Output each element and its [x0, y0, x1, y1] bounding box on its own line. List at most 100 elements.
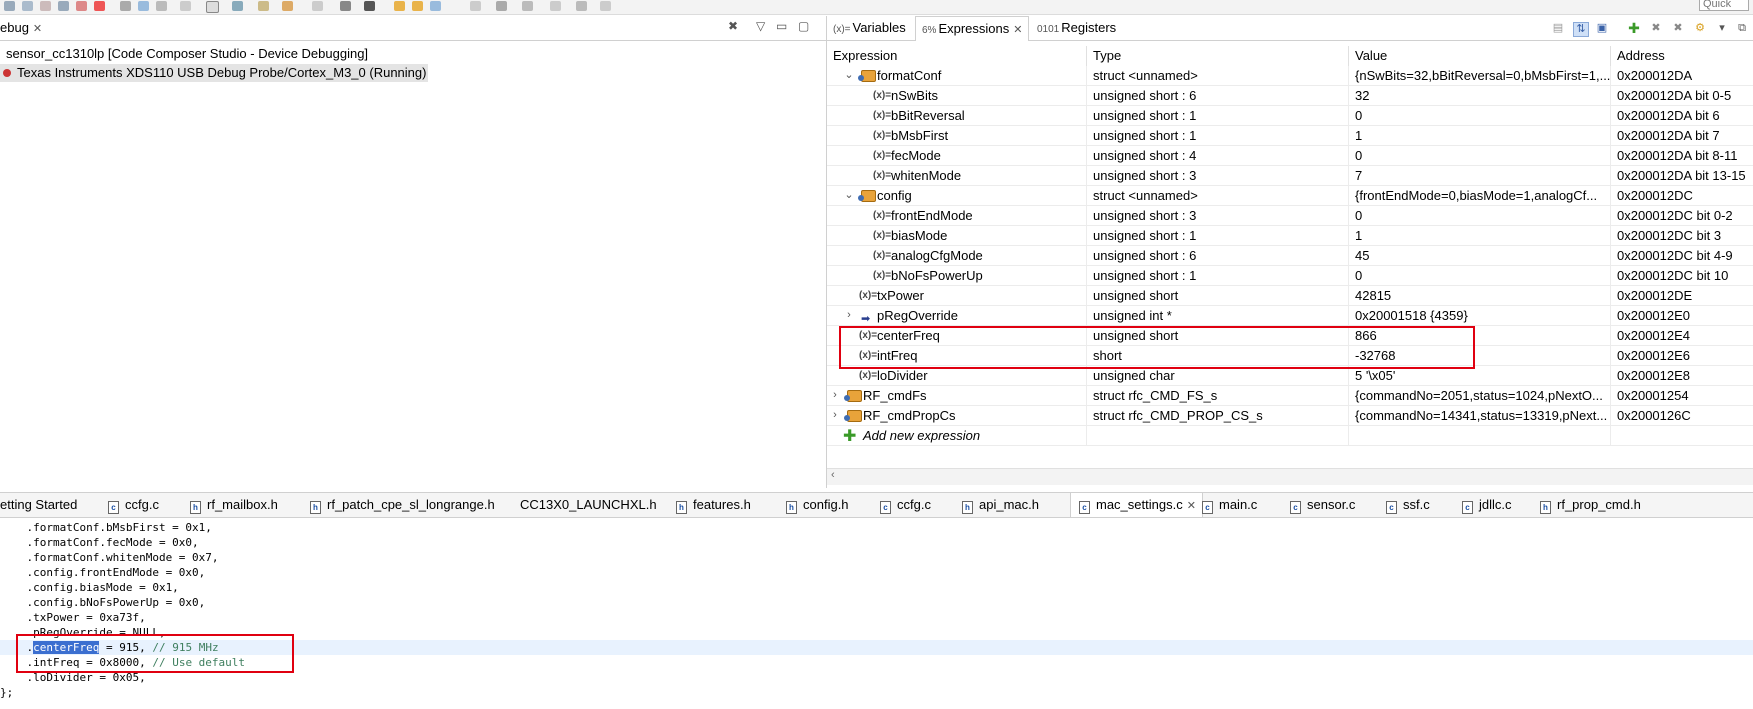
expand-icon[interactable]: ›	[829, 406, 841, 425]
expression-type-cell[interactable]: unsigned short : 4	[1087, 146, 1349, 165]
code-line[interactable]: .config.frontEndMode = 0x0,	[0, 565, 1753, 580]
editor-tab[interactable]: h rf_prop_cmd.h	[1540, 493, 1641, 517]
expression-type-cell[interactable]: unsigned int *	[1087, 306, 1349, 325]
remove-all-icon[interactable]: ✖	[1671, 22, 1685, 35]
expression-row[interactable]: (x)= biasMode unsigned short : 1 1 0x200012D…	[827, 226, 1753, 246]
stop-icon[interactable]	[94, 1, 105, 11]
expression-value-cell[interactable]: 45	[1349, 246, 1611, 265]
editor-tab[interactable]: c main.c	[1202, 493, 1257, 517]
open-new-view-icon[interactable]: ⧉	[1735, 22, 1749, 35]
expression-address-cell[interactable]: 0x200012DC bit 10	[1611, 266, 1753, 285]
toolbar-icon[interactable]	[576, 1, 587, 11]
refresh-icon[interactable]: ⚙	[1693, 22, 1707, 35]
expression-row[interactable]: (x)= nSwBits unsigned short : 6 32 0x200012D…	[827, 86, 1753, 106]
editor-tab[interactable]: c ssf.c	[1386, 493, 1430, 517]
debug-target-item[interactable]: Texas Instruments XDS110 USB Debug Probe…	[0, 64, 429, 82]
column-expression[interactable]: Expression	[827, 46, 1087, 66]
expression-cell[interactable]: › ➡ pRegOverride	[827, 306, 1087, 325]
expression-address-cell[interactable]: 0x200012DA bit 13-15	[1611, 166, 1753, 185]
expression-value-cell[interactable]: 1	[1349, 126, 1611, 145]
expression-row[interactable]: ⌄ formatConf struct <unnamed> {nSwBits=32,b…	[827, 66, 1753, 86]
editor-tab[interactable]: c mac_settings.c ✕	[1070, 493, 1203, 517]
editor-tab[interactable]: h features.h	[676, 493, 751, 517]
collapse-icon[interactable]: ⌄	[843, 186, 855, 205]
view-menu-icon[interactable]: ▽	[756, 19, 765, 33]
show-type-names-icon[interactable]: ⇅	[1573, 22, 1589, 37]
toolbar-icon[interactable]	[4, 1, 15, 11]
expression-type-cell[interactable]: struct rfc_CMD_FS_s	[1087, 386, 1349, 405]
expression-type-cell[interactable]: unsigned short	[1087, 286, 1349, 305]
toolbar-icon[interactable]	[550, 1, 561, 11]
expression-address-cell[interactable]: 0x200012DC bit 0-2	[1611, 206, 1753, 225]
toolbar-icon[interactable]	[412, 1, 423, 11]
toolbar-icon[interactable]	[258, 1, 269, 11]
toolbar-icon[interactable]	[206, 1, 219, 13]
expression-cell[interactable]: ⌄ config	[827, 186, 1087, 205]
toolbar-icon[interactable]	[40, 1, 51, 11]
expression-cell[interactable]: (x)= bNoFsPowerUp	[827, 266, 1087, 285]
expression-address-cell[interactable]: 0x200012DA	[1611, 66, 1753, 85]
editor-tab[interactable]: etting Started	[0, 493, 77, 517]
code-line[interactable]: .config.biasMode = 0x1,	[0, 580, 1753, 595]
expression-type-cell[interactable]: unsigned short : 6	[1087, 246, 1349, 265]
toolbar-icon[interactable]	[180, 1, 191, 11]
minimize-icon[interactable]: ▭	[776, 19, 787, 33]
layout-icon[interactable]: ▣	[1595, 22, 1609, 35]
toolbar-icon[interactable]	[470, 1, 481, 11]
expression-address-cell[interactable]: 0x200012DC bit 3	[1611, 226, 1753, 245]
code-line[interactable]: .formatConf.fecMode = 0x0,	[0, 535, 1753, 550]
expression-row[interactable]: (x)= loDivider unsigned char 5 '\x05' 0x2000…	[827, 366, 1753, 386]
expression-row[interactable]: (x)= bNoFsPowerUp unsigned short : 1 0 0x200…	[827, 266, 1753, 286]
expression-address-cell[interactable]: 0x200012DC	[1611, 186, 1753, 205]
expression-cell[interactable]: (x)= frontEndMode	[827, 206, 1087, 225]
expression-type-cell[interactable]: unsigned short : 1	[1087, 226, 1349, 245]
toolbar-icon[interactable]	[364, 1, 375, 11]
expression-value-cell[interactable]: 32	[1349, 86, 1611, 105]
toolbar-icon[interactable]	[312, 1, 323, 11]
expression-value-cell[interactable]: 1	[1349, 226, 1611, 245]
toolbar-icon[interactable]	[138, 1, 149, 11]
column-value[interactable]: Value	[1349, 46, 1611, 66]
expression-cell[interactable]: › RF_cmdFs	[827, 386, 1087, 405]
editor-tab[interactable]: h api_mac.h	[962, 493, 1039, 517]
expression-type-cell[interactable]: unsigned short : 6	[1087, 86, 1349, 105]
expression-type-cell[interactable]: unsigned short : 3	[1087, 206, 1349, 225]
expression-type-cell[interactable]: unsigned short : 1	[1087, 106, 1349, 125]
add-expression-icon[interactable]: ✚	[1627, 21, 1641, 35]
editor-tab[interactable]: CC13X0_LAUNCHXL.h	[520, 493, 657, 517]
expression-type-cell[interactable]: struct <unnamed>	[1087, 66, 1349, 85]
collapse-all-icon[interactable]: ▤	[1551, 22, 1565, 35]
collapse-icon[interactable]: ⌄	[843, 66, 855, 85]
expression-value-cell[interactable]: {nSwBits=32,bBitReversal=0,bMsbFirst=1,.…	[1349, 66, 1611, 85]
add-expression-row[interactable]: ✚ Add new expression	[827, 426, 1753, 446]
expression-address-cell[interactable]: 0x200012DA bit 8-11	[1611, 146, 1753, 165]
expression-cell[interactable]: (x)= fecMode	[827, 146, 1087, 165]
toolbar-icon[interactable]	[430, 1, 441, 11]
expression-row[interactable]: (x)= txPower unsigned short 42815 0x200012DE	[827, 286, 1753, 306]
toolbar-icon[interactable]	[282, 1, 293, 11]
expression-row[interactable]: › RF_cmdFs struct rfc_CMD_FS_s {commandNo=2…	[827, 386, 1753, 406]
expression-address-cell[interactable]: 0x200012DC bit 4-9	[1611, 246, 1753, 265]
add-expression-cell[interactable]: ✚ Add new expression	[827, 426, 1087, 445]
maximize-icon[interactable]: ▢	[798, 19, 809, 33]
expression-address-cell[interactable]: 0x20001254	[1611, 386, 1753, 405]
expression-cell[interactable]: › RF_cmdPropCs	[827, 406, 1087, 425]
toolbar-icon[interactable]	[58, 1, 69, 11]
expression-address-cell[interactable]: 0x200012E8	[1611, 366, 1753, 385]
toolbar-icon[interactable]	[496, 1, 507, 11]
expression-row[interactable]: ⌄ config struct <unnamed> {frontEndMode=0,b…	[827, 186, 1753, 206]
expression-row[interactable]: (x)= frontEndMode unsigned short : 3 0 0x200…	[827, 206, 1753, 226]
toolbar-icon[interactable]	[394, 1, 405, 11]
expand-icon[interactable]: ›	[829, 386, 841, 405]
expression-row[interactable]: › RF_cmdPropCs struct rfc_CMD_PROP_CS_s {co…	[827, 406, 1753, 426]
quick-access-input[interactable]: Quick Access	[1699, 0, 1749, 11]
expression-cell[interactable]: (x)= txPower	[827, 286, 1087, 305]
debug-session-item[interactable]: sensor_cc1310lp [Code Composer Studio - …	[6, 45, 368, 63]
expression-cell[interactable]: (x)= analogCfgMode	[827, 246, 1087, 265]
expression-value-cell[interactable]: 0	[1349, 266, 1611, 285]
expression-address-cell[interactable]: 0x200012DA bit 6	[1611, 106, 1753, 125]
code-line[interactable]: .formatConf.bMsbFirst = 0x1,	[0, 520, 1753, 535]
expression-row[interactable]: (x)= bBitReversal unsigned short : 1 0 0x200…	[827, 106, 1753, 126]
expression-value-cell[interactable]: 0	[1349, 206, 1611, 225]
expression-type-cell[interactable]: struct rfc_CMD_PROP_CS_s	[1087, 406, 1349, 425]
